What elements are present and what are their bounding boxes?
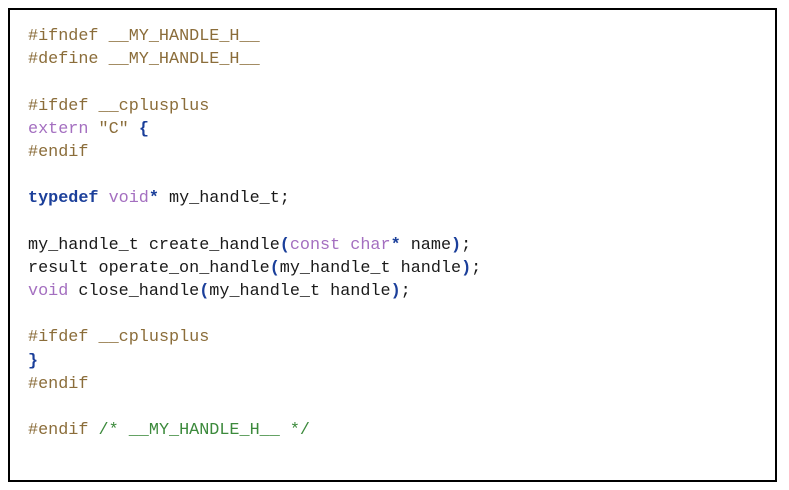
macro-name: __cplusplus — [98, 328, 210, 348]
macro-name: __MY_HANDLE_H__ — [108, 50, 260, 70]
close-brace: } — [28, 351, 39, 371]
code-line-1: #ifndef __MY_HANDLE_H__ — [28, 25, 481, 48]
code-line-11: result operate_on_handle(my_handle_t han… — [28, 257, 481, 280]
type-keyword: void — [108, 189, 149, 209]
code-frame: #ifndef __MY_HANDLE_H__ #define __MY_HAND… — [8, 8, 777, 482]
macro-name: __cplusplus — [98, 96, 210, 116]
macro-name: __MY_HANDLE_H__ — [108, 27, 260, 46]
type-keyword: void — [28, 282, 69, 302]
code-line-12: void close_handle(my_handle_t handle); — [28, 280, 481, 303]
function-signature: close_handle — [68, 282, 200, 302]
parameter-list: my_handle_t handle — [209, 282, 391, 302]
type-keyword: char — [350, 235, 391, 255]
typedef-keyword: typedef — [28, 189, 99, 209]
close-paren: ) — [451, 235, 462, 255]
code-line-18: #endif /* __MY_HANDLE_H__ */ — [28, 419, 481, 442]
code-line-10: my_handle_t create_handle(const char* na… — [28, 234, 481, 257]
code-line-15: } — [28, 350, 481, 373]
close-paren: ) — [390, 282, 401, 302]
preprocessor-directive: #endif — [28, 421, 89, 441]
preprocessor-directive: #endif — [28, 374, 89, 394]
preprocessor-directive: #define — [28, 50, 99, 70]
code-line-16: #endif — [28, 373, 481, 396]
function-signature: my_handle_t create_handle — [28, 235, 280, 255]
string-literal: "C" — [98, 119, 129, 139]
code-line-5: extern "C" { — [28, 118, 481, 141]
semicolon: ; — [471, 258, 482, 278]
code-block: #ifndef __MY_HANDLE_H__ #define __MY_HAND… — [28, 25, 481, 442]
const-keyword: const — [289, 235, 341, 255]
preprocessor-directive: #ifdef — [28, 96, 89, 116]
code-line-8: typedef void* my_handle_t; — [28, 187, 481, 210]
semicolon: ; — [400, 282, 411, 302]
code-line-14: #ifdef __cplusplus — [28, 326, 481, 349]
preprocessor-directive: #endif — [28, 142, 89, 162]
preprocessor-directive: #ifdef — [28, 328, 89, 348]
open-brace: { — [138, 119, 149, 139]
pointer-star: * — [390, 235, 401, 255]
parameter-list: my_handle_t handle — [279, 258, 462, 278]
close-paren: ) — [461, 258, 472, 278]
open-paren: ( — [199, 282, 210, 302]
identifier-text: my_handle_t; — [158, 189, 290, 209]
code-line-6: #endif — [28, 141, 481, 164]
pointer-star: * — [148, 189, 159, 209]
preprocessor-directive: #ifndef — [28, 27, 99, 46]
parameter-name: name — [400, 235, 452, 255]
code-line-2: #define __MY_HANDLE_H__ — [28, 48, 481, 71]
extern-keyword: extern — [28, 119, 89, 139]
semicolon: ; — [461, 235, 472, 255]
code-line-4: #ifdef __cplusplus — [28, 95, 481, 118]
open-paren: ( — [279, 235, 290, 255]
open-paren: ( — [269, 258, 280, 278]
code-comment: /* __MY_HANDLE_H__ */ — [98, 421, 310, 441]
function-signature: result operate_on_handle — [28, 258, 270, 278]
